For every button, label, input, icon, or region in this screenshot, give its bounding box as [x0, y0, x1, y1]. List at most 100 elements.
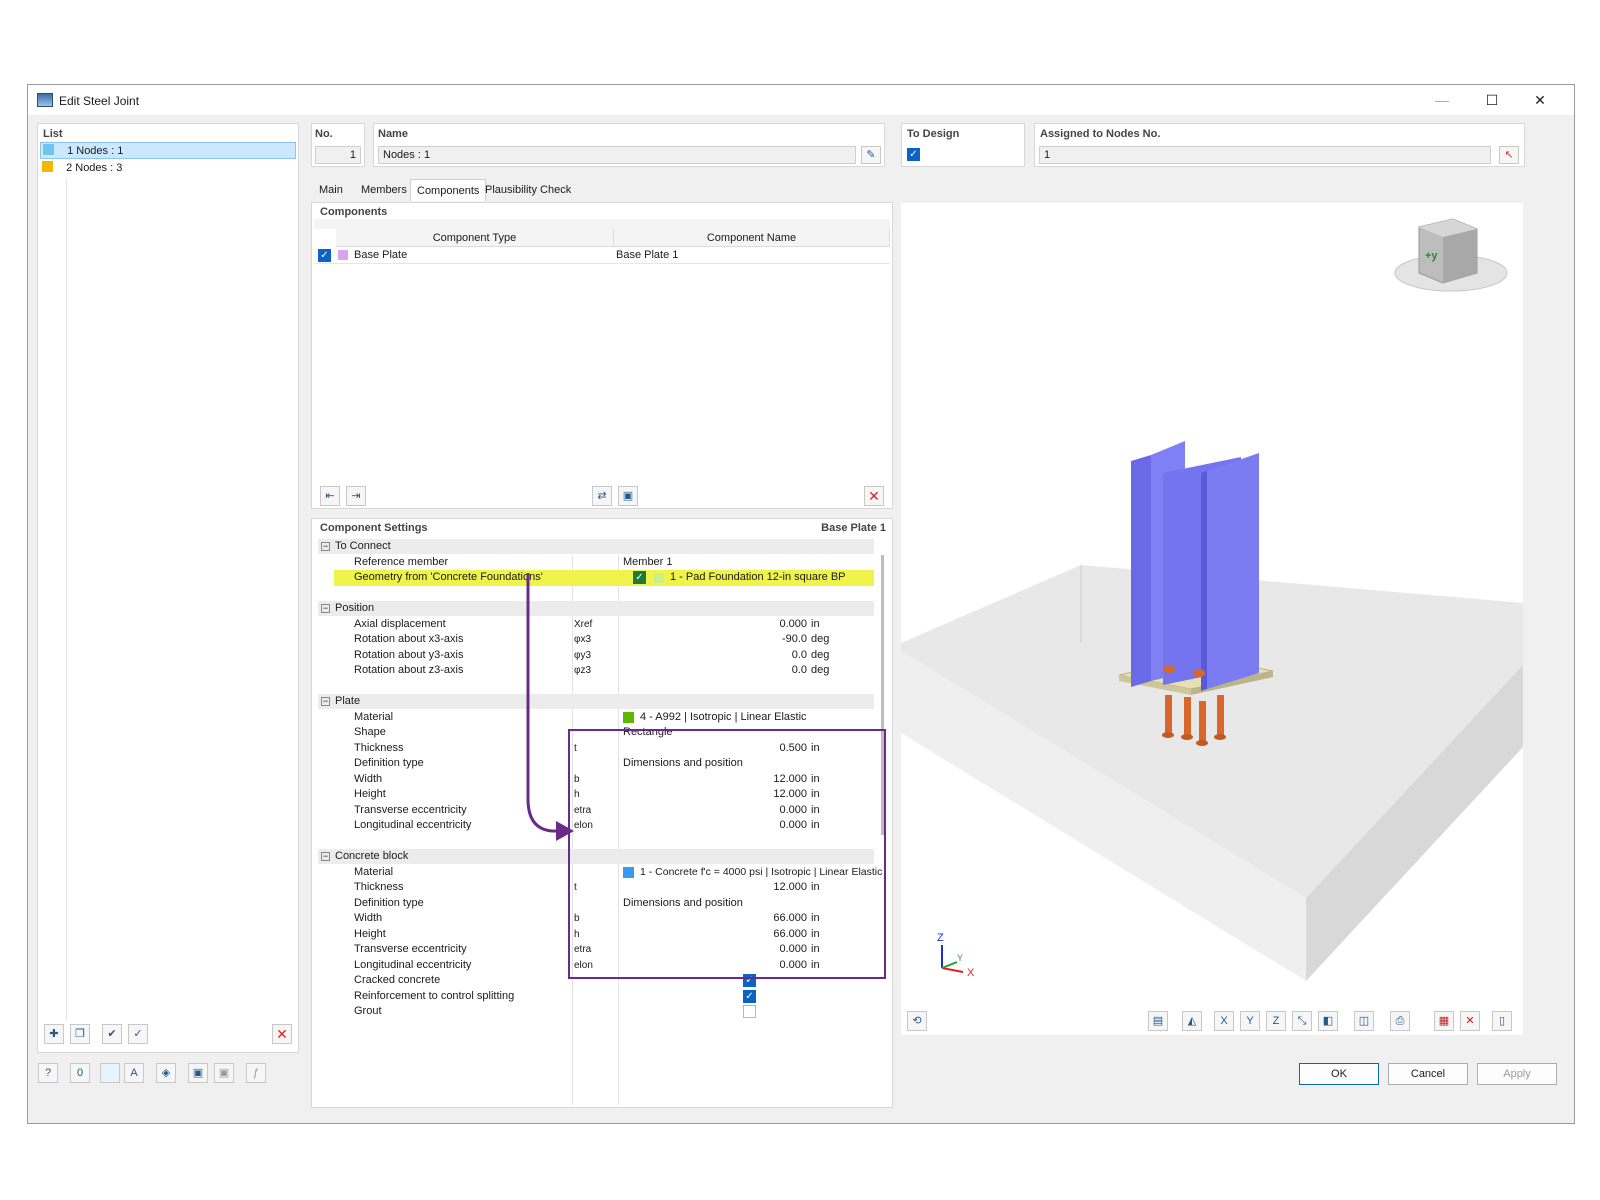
- reinforcement-checkbox[interactable]: ✓: [743, 989, 756, 1003]
- grout-checkbox[interactable]: [743, 1005, 756, 1018]
- print-icon[interactable]: ⎙: [1390, 1011, 1410, 1031]
- transparency-icon[interactable]: ◫: [1354, 1011, 1374, 1031]
- component-name-cell: Base Plate 1: [616, 249, 679, 261]
- save-icon[interactable]: ▣: [618, 486, 638, 506]
- anchor-rod: [1199, 701, 1206, 741]
- save-template-icon[interactable]: ▣: [188, 1063, 208, 1083]
- apply-button[interactable]: Apply: [1477, 1063, 1557, 1085]
- components-panel: Components Component Type Component Name…: [311, 202, 893, 509]
- no-label: No.: [315, 128, 333, 140]
- tab-main[interactable]: Main: [313, 179, 349, 201]
- col-component-name[interactable]: Component Name: [614, 229, 890, 247]
- list-item[interactable]: 2 Nodes : 3: [40, 160, 296, 177]
- transfer-icon[interactable]: ⇄: [592, 486, 612, 506]
- anchor-rod: [1165, 695, 1172, 733]
- view-iso-icon[interactable]: ⤡: [1292, 1011, 1312, 1031]
- minimize-button[interactable]: —: [1424, 89, 1460, 111]
- joint-3d-model: Z X Y +y: [901, 218, 1523, 981]
- load-template-icon[interactable]: ▣: [214, 1063, 234, 1083]
- settings-header: Component Settings: [320, 522, 428, 534]
- column-flange-right-edge: [1201, 471, 1207, 691]
- geometry-checkbox[interactable]: ✓: [633, 571, 646, 584]
- name-label: Name: [378, 128, 408, 140]
- component-settings-panel: Component Settings Base Plate 1 − To Conn…: [311, 518, 893, 1108]
- assigned-nodes-field[interactable]: 1: [1039, 146, 1491, 164]
- list-guide-line: [66, 178, 67, 1020]
- row-reference-member[interactable]: Reference member Member 1: [334, 555, 874, 571]
- row-plate-material[interactable]: Material 4 - A992 | Isotropic | Linear E…: [334, 710, 874, 726]
- function-icon[interactable]: ƒ: [246, 1063, 266, 1083]
- list-item[interactable]: 1 Nodes : 1: [40, 142, 296, 159]
- view-x-icon[interactable]: X: [1214, 1011, 1234, 1031]
- text-icon[interactable]: A: [124, 1063, 144, 1083]
- pick-nodes-icon[interactable]: ↖: [1499, 146, 1519, 164]
- 3d-view[interactable]: Z X Y +y ⟲ ▤ ◭ X Y Z ⤡ ◧ ◫ ⎙ ▦ ✕ ▯: [901, 203, 1523, 1035]
- measure-icon[interactable]: ▦: [1434, 1011, 1454, 1031]
- row-rotation-y3[interactable]: Rotation about y3-axis φy3 0.0 deg: [334, 648, 874, 664]
- close-button[interactable]: ✕: [1522, 89, 1558, 111]
- list-panel: List 1 Nodes : 1 2 Nodes : 3 ✚ ❐ ✔ ✓ ✕: [37, 123, 299, 1053]
- reset-view-icon[interactable]: ✕: [1460, 1011, 1480, 1031]
- copy-item-icon[interactable]: ❐: [70, 1024, 90, 1044]
- axis-z-label: Z: [937, 932, 944, 944]
- view-settings-icon[interactable]: ⟲: [907, 1011, 927, 1031]
- to-design-section: To Design ✓: [901, 123, 1025, 167]
- row-rotation-x3[interactable]: Rotation about x3-axis φx3 -90.0 deg: [334, 632, 874, 648]
- name-field[interactable]: Nodes : 1: [378, 146, 856, 164]
- to-design-label: To Design: [907, 128, 960, 140]
- group-position[interactable]: − Position: [318, 601, 874, 616]
- row-rotation-z3[interactable]: Rotation about z3-axis φz3 0.0 deg: [334, 663, 874, 679]
- window-title: Edit Steel Joint: [59, 94, 140, 108]
- table-header-spacer: [314, 219, 890, 229]
- row-grout[interactable]: Grout: [334, 1004, 874, 1020]
- edit-steel-joint-dialog: Edit Steel Joint — ☐ ✕ List 1 Nodes : 1 …: [27, 84, 1575, 1124]
- component-type-cell: Base Plate: [354, 249, 408, 261]
- group-plate[interactable]: − Plate: [318, 694, 874, 709]
- list-item-label: Nodes : 3: [75, 162, 123, 174]
- list-item-color: [42, 161, 53, 172]
- no-field[interactable]: 1: [315, 146, 361, 164]
- ok-button[interactable]: OK: [1299, 1063, 1379, 1085]
- new-item-icon[interactable]: ✚: [44, 1024, 64, 1044]
- row-geometry-from-foundations[interactable]: Geometry from 'Concrete Foundations' ✓ 1…: [334, 570, 874, 586]
- tab-members[interactable]: Members: [355, 179, 413, 201]
- tab-plausibility-check[interactable]: Plausibility Check: [479, 179, 577, 201]
- render-mode-icon[interactable]: ◧: [1318, 1011, 1338, 1031]
- component-active-checkbox[interactable]: ✓: [318, 249, 331, 262]
- library-icon[interactable]: ◈: [156, 1063, 176, 1083]
- row-reinforcement[interactable]: Reinforcement to control splitting ✓: [334, 989, 874, 1005]
- row-axial-displacement[interactable]: Axial displacement Xref 0.000 in: [334, 617, 874, 633]
- plate-material-swatch: [623, 711, 634, 723]
- to-design-checkbox[interactable]: ✓: [907, 148, 920, 161]
- delete-component-icon[interactable]: ✕: [864, 486, 884, 506]
- export-component-icon[interactable]: ⇥: [346, 486, 366, 506]
- display-options-icon[interactable]: ▤: [1148, 1011, 1168, 1031]
- axis-y-label: Y: [957, 953, 963, 963]
- view-y-icon[interactable]: Y: [1240, 1011, 1260, 1031]
- import-component-icon[interactable]: ⇤: [320, 486, 340, 506]
- highlight-box: [568, 729, 886, 979]
- tab-components[interactable]: Components: [410, 179, 487, 201]
- view-z-icon[interactable]: Z: [1266, 1011, 1286, 1031]
- export-view-icon[interactable]: ▯: [1492, 1011, 1512, 1031]
- help-icon[interactable]: ?: [38, 1063, 58, 1083]
- delete-item-icon[interactable]: ✕: [272, 1024, 292, 1044]
- annotation-arrow: [526, 573, 574, 841]
- maximize-button[interactable]: ☐: [1474, 89, 1510, 111]
- list-item-label: Nodes : 1: [76, 145, 124, 157]
- check-all-icon[interactable]: ✔: [102, 1024, 122, 1044]
- row-value: 1 - Pad Foundation 12-in square BP: [670, 571, 846, 583]
- foundation-color-swatch: [654, 573, 664, 583]
- color-icon[interactable]: [100, 1063, 120, 1083]
- table-row[interactable]: ✓ Base Plate Base Plate 1: [314, 247, 890, 264]
- list-header: List: [43, 128, 63, 140]
- col-component-type[interactable]: Component Type: [336, 229, 614, 247]
- cancel-button[interactable]: Cancel: [1388, 1063, 1468, 1085]
- group-to-connect[interactable]: − To Connect: [318, 539, 874, 554]
- edit-name-icon[interactable]: ✎: [861, 146, 881, 164]
- units-icon[interactable]: 0: [70, 1063, 90, 1083]
- uncheck-all-icon[interactable]: ✓: [128, 1024, 148, 1044]
- anchor-rod: [1184, 697, 1191, 735]
- settings-current-component: Base Plate 1: [821, 522, 886, 534]
- graph-icon[interactable]: ◭: [1182, 1011, 1202, 1031]
